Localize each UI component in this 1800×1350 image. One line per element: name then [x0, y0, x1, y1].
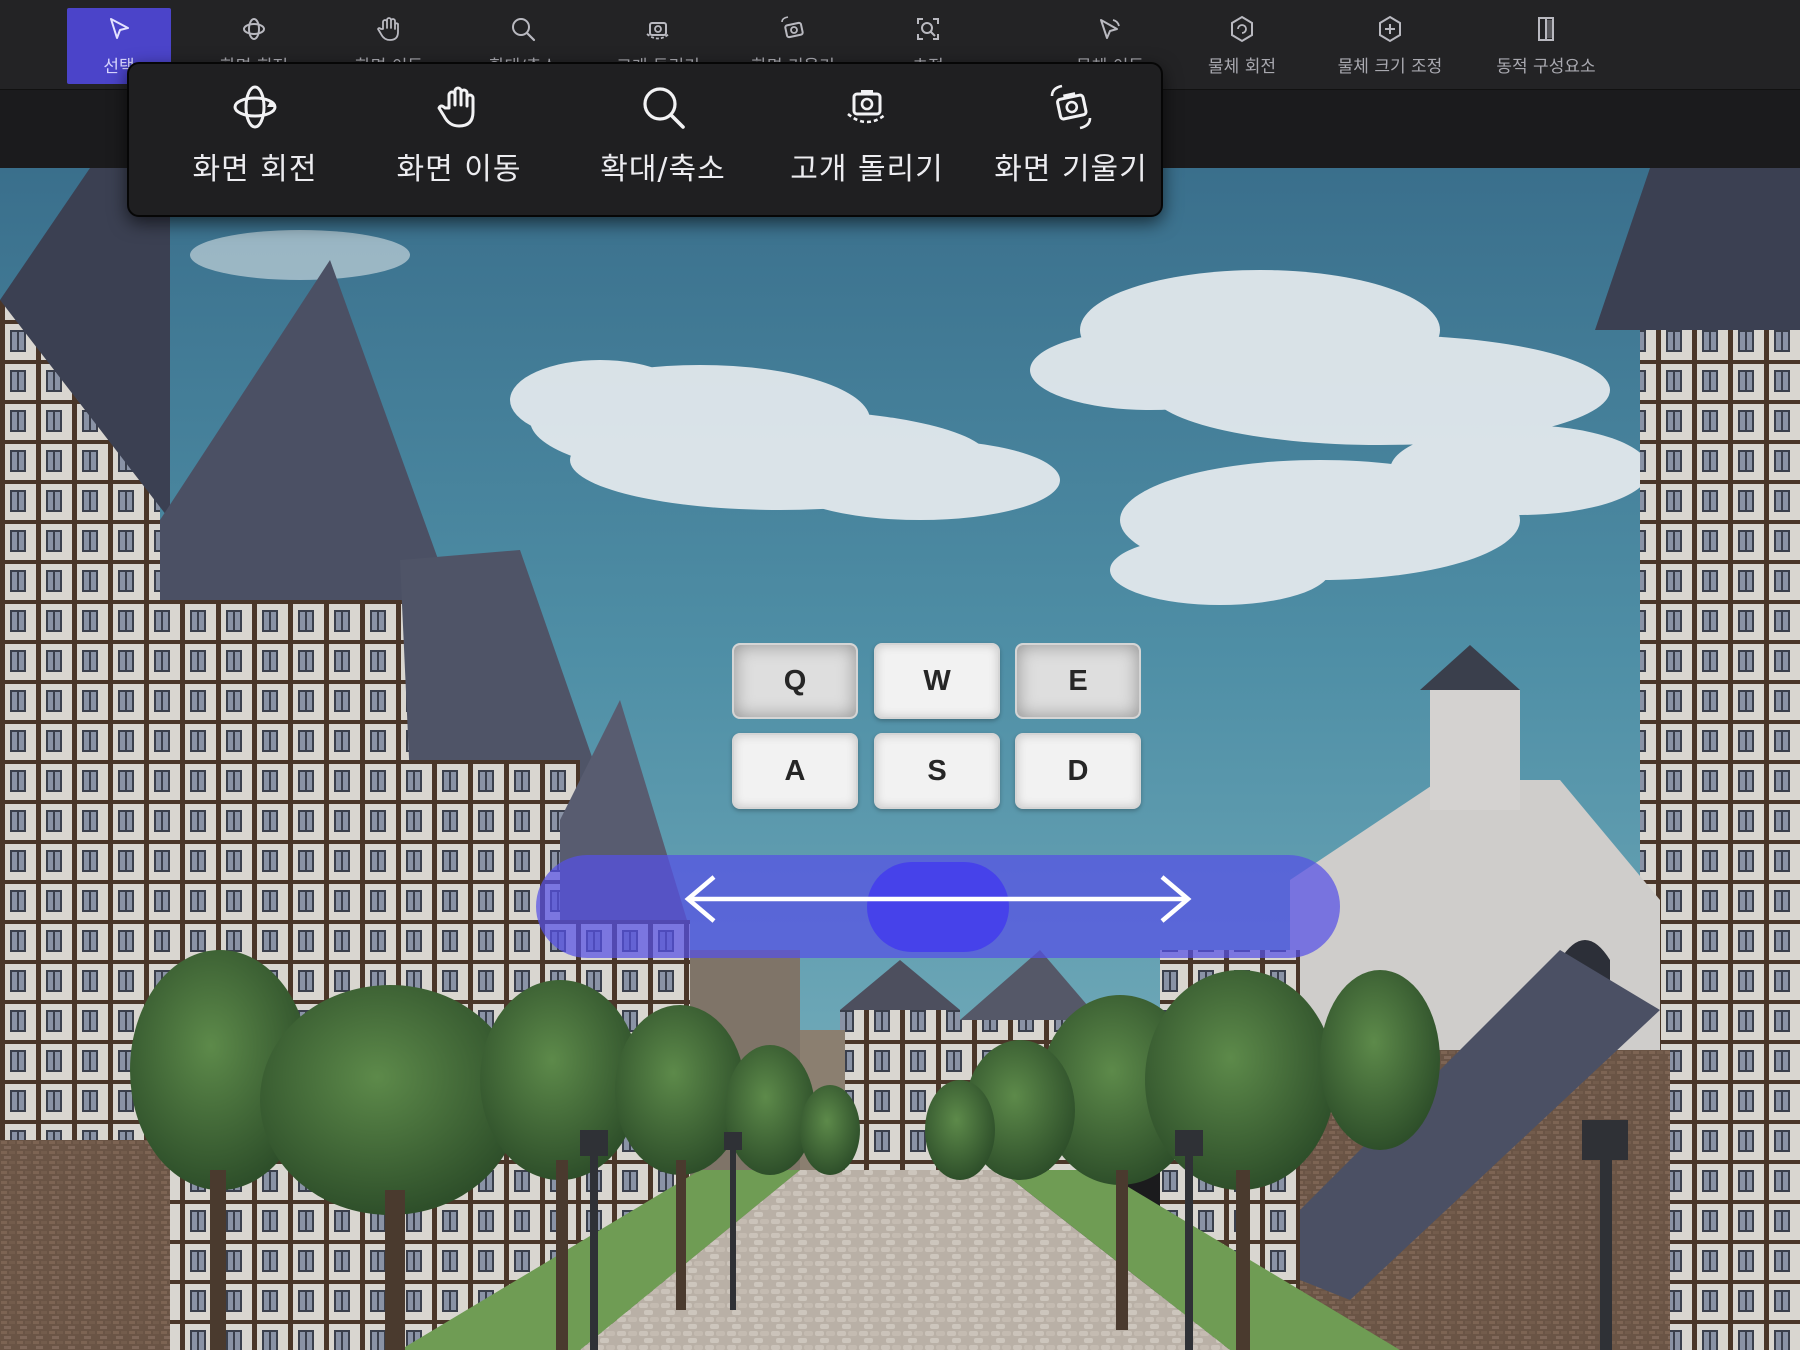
camera-tool-popup: 화면 회전 화면 이동 확대/축소 고개 돌리기 화면 기울기: [127, 62, 1163, 217]
key-w[interactable]: W: [874, 643, 1000, 719]
tool-label: 물체 크기 조정: [1337, 57, 1443, 77]
app-window: 선택 화면 회전 화면 이동 확대/축소 고개 돌리기 화면 기울기 초점 물: [0, 0, 1800, 1350]
tool-label: 동적 구성요소: [1496, 57, 1596, 77]
key-s[interactable]: S: [874, 733, 1000, 809]
horizontal-slider[interactable]: [536, 855, 1340, 958]
hand-icon: [437, 86, 475, 128]
hand-icon: [377, 17, 399, 41]
popup-item-label: 화면 이동: [396, 152, 522, 187]
tool-scale-object[interactable]: 물체 크기 조정: [1338, 8, 1442, 84]
magnifier-icon: [643, 87, 685, 129]
popup-item-label: 화면 회전: [192, 152, 318, 187]
popup-item-pan[interactable]: 화면 이동: [359, 74, 559, 204]
door-icon: [1538, 17, 1554, 41]
tool-rotate-object[interactable]: 물체 회전: [1190, 8, 1294, 84]
camera-tilt-icon: [781, 16, 804, 39]
slider-knob[interactable]: [867, 862, 1009, 952]
tool-dynamic[interactable]: 동적 구성요소: [1494, 8, 1598, 84]
camera-turn-icon: [646, 22, 670, 40]
focus-icon: [917, 18, 939, 40]
key-a[interactable]: A: [732, 733, 858, 809]
popup-item-label: 확대/축소: [600, 152, 726, 187]
tool-label: 물체 회전: [1208, 57, 1276, 77]
popup-item-zoom[interactable]: 확대/축소: [563, 74, 763, 204]
cursor-arrow-icon: [110, 18, 129, 39]
popup-item-tilt[interactable]: 화면 기울기: [971, 74, 1171, 204]
popup-item-label: 화면 기울기: [994, 152, 1148, 187]
orbit-icon: [233, 85, 277, 129]
key-q[interactable]: Q: [732, 643, 858, 719]
camera-tilt-icon: [1050, 84, 1092, 130]
cursor-move-icon: [1100, 19, 1120, 39]
popup-item-label: 고개 돌리기: [790, 152, 944, 187]
rotate-object-icon: [1231, 15, 1253, 43]
key-d[interactable]: D: [1015, 733, 1141, 809]
orbit-icon: [243, 18, 265, 40]
popup-item-look[interactable]: 고개 돌리기: [767, 74, 967, 204]
magnifier-icon: [512, 18, 536, 42]
scale-object-icon: [1379, 15, 1401, 43]
camera-turn-icon: [847, 90, 887, 124]
key-e[interactable]: E: [1015, 643, 1141, 719]
popup-item-orbit[interactable]: 화면 회전: [155, 74, 355, 204]
